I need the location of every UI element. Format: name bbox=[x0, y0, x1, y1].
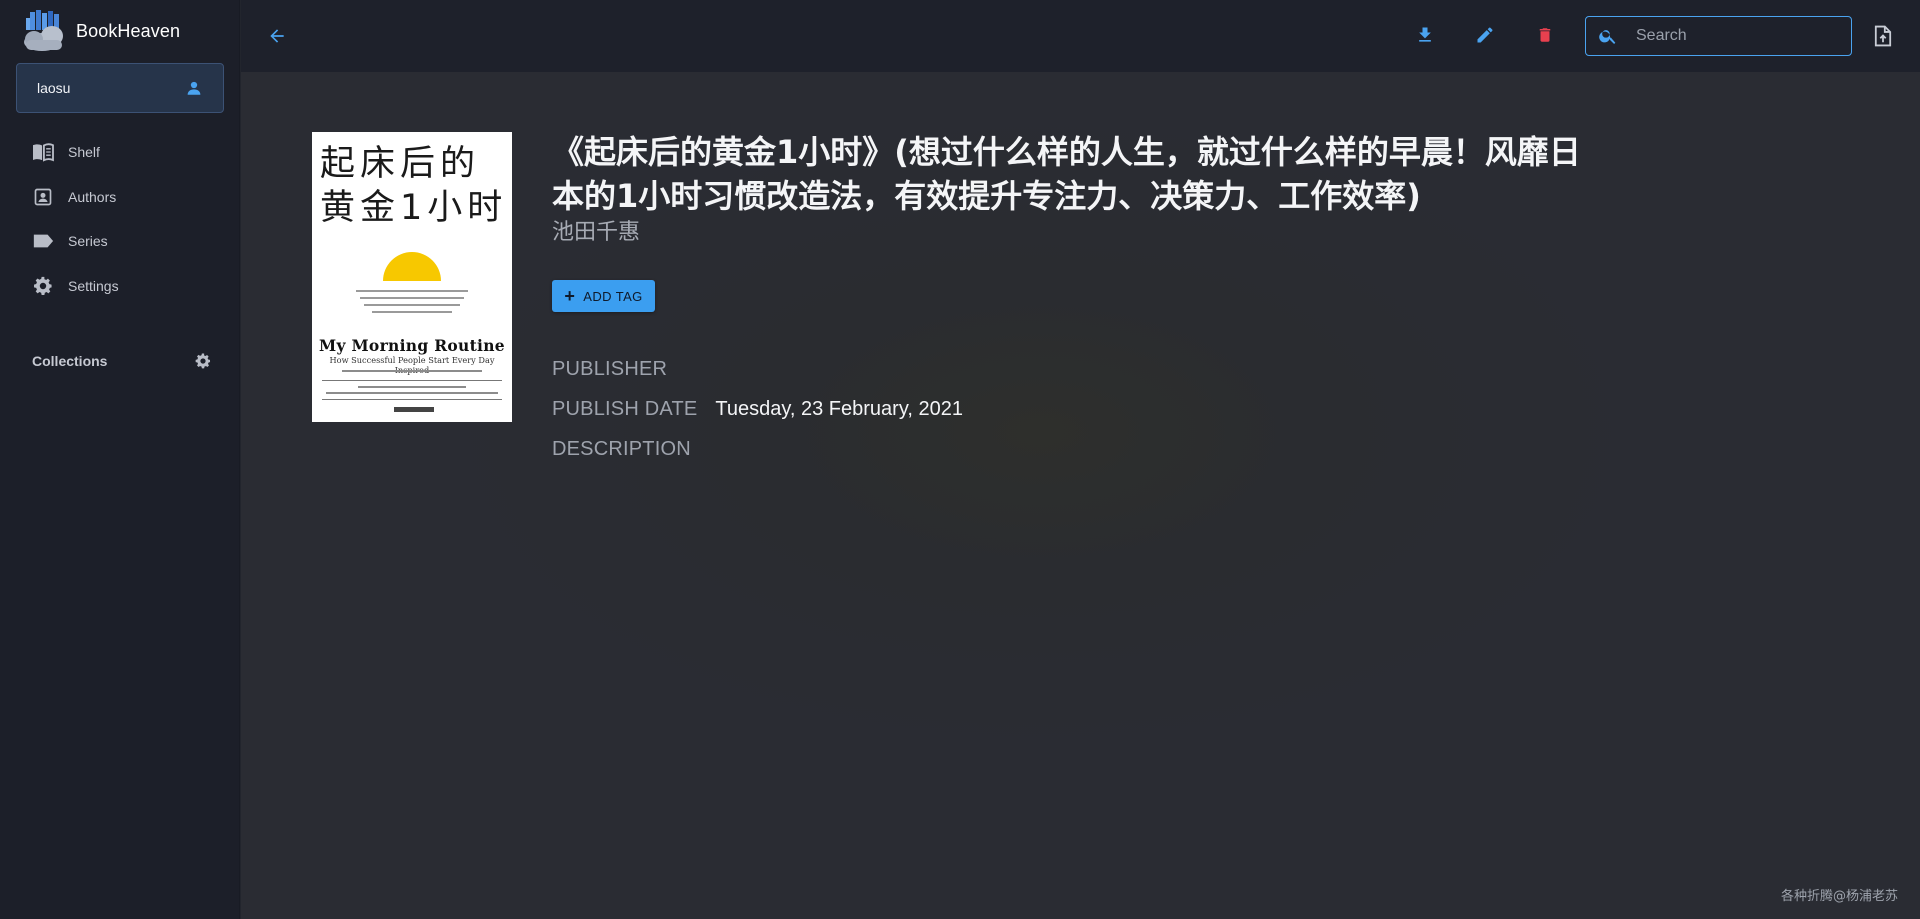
search-box bbox=[1585, 16, 1852, 56]
download-icon bbox=[1419, 27, 1431, 42]
book-open-icon bbox=[32, 141, 54, 163]
book-title: 《起床后的黄金1小时》(想过什么样的人生，就过什么样的早晨！风靡日本的1小时习惯… bbox=[552, 133, 1581, 215]
cover-divider bbox=[322, 380, 502, 381]
cover-publisher-mark bbox=[394, 407, 434, 412]
cover-english-subtitle: How Successful People Start Every Day In… bbox=[329, 355, 495, 375]
publish-date-label: PUBLISH DATE bbox=[552, 398, 698, 420]
brand[interactable]: BookHeaven bbox=[20, 10, 180, 52]
publish-date-row: PUBLISH DATE Tuesday, 23 February, 2021 bbox=[552, 398, 963, 421]
description-label: DESCRIPTION bbox=[552, 438, 691, 460]
edit-button[interactable] bbox=[1473, 23, 1497, 47]
sidebar-item-authors[interactable]: Authors bbox=[0, 175, 240, 220]
sidebar-nav: Shelf Authors Series Settings bbox=[0, 130, 240, 308]
delete-button[interactable] bbox=[1533, 23, 1557, 47]
back-button[interactable] bbox=[265, 24, 289, 48]
description-row: DESCRIPTION bbox=[552, 438, 709, 461]
cover-title-line1: 起床后的 bbox=[320, 144, 481, 184]
sidebar-item-label: Settings bbox=[68, 277, 119, 294]
search-icon bbox=[1599, 30, 1616, 44]
cover-blurb bbox=[352, 290, 472, 313]
collections-header: Collections bbox=[32, 350, 212, 372]
person-icon bbox=[185, 79, 203, 97]
cover-fine-print bbox=[326, 392, 498, 394]
upload-button[interactable] bbox=[1872, 24, 1894, 48]
book-author[interactable]: 池田千惠 bbox=[552, 214, 640, 246]
publisher-row: PUBLISHER bbox=[552, 358, 685, 381]
search-input[interactable] bbox=[1636, 27, 1836, 45]
upload-file-icon bbox=[1874, 25, 1892, 47]
download-button[interactable] bbox=[1413, 23, 1437, 47]
cover-divider bbox=[322, 399, 502, 400]
app-name: BookHeaven bbox=[76, 20, 181, 41]
pencil-icon bbox=[1477, 27, 1493, 43]
top-bar bbox=[241, 0, 1920, 72]
user-name: laosu bbox=[37, 80, 71, 96]
sidebar-item-shelf[interactable]: Shelf bbox=[0, 130, 240, 175]
watermark: 各种折腾@杨浦老苏 bbox=[1780, 889, 1898, 904]
publisher-label: PUBLISHER bbox=[552, 358, 668, 380]
sidebar-item-label: Authors bbox=[68, 188, 117, 205]
sidebar-item-settings[interactable]: Settings bbox=[0, 264, 240, 309]
gear-icon bbox=[32, 275, 54, 297]
sidebar-item-series[interactable]: Series bbox=[0, 219, 240, 264]
plus-icon: + bbox=[564, 286, 576, 306]
cover-english-title: My Morning Routine bbox=[319, 336, 505, 355]
label-tag-icon bbox=[32, 230, 54, 252]
collections-label: Collections bbox=[32, 353, 108, 369]
contact-card-icon bbox=[32, 186, 54, 208]
sidebar: BookHeaven laosu Shelf Authors Series Se… bbox=[0, 0, 240, 919]
add-tag-label: ADD TAG bbox=[583, 288, 643, 304]
arrow-left-icon bbox=[270, 29, 284, 43]
trash-icon bbox=[1539, 28, 1551, 42]
sidebar-item-label: Shelf bbox=[68, 144, 100, 161]
collections-settings-gear-icon[interactable] bbox=[194, 352, 212, 370]
bookheaven-logo-icon bbox=[20, 10, 70, 52]
cover-title: 起床后的 黄金1小时 bbox=[320, 142, 506, 230]
publish-date-value: Tuesday, 23 February, 2021 bbox=[715, 398, 963, 420]
book-details: 起床后的 黄金1小时 My Morning Routine How Succes… bbox=[241, 72, 1920, 919]
cover-title-line2: 黄金1小时 bbox=[320, 188, 508, 228]
cover-fine-print bbox=[358, 386, 466, 388]
user-menu[interactable]: laosu bbox=[16, 63, 224, 113]
add-tag-button[interactable]: + ADD TAG bbox=[552, 280, 655, 312]
cover-credit-line bbox=[342, 370, 482, 372]
sidebar-item-label: Series bbox=[68, 233, 108, 250]
book-cover[interactable]: 起床后的 黄金1小时 My Morning Routine How Succes… bbox=[312, 132, 512, 422]
